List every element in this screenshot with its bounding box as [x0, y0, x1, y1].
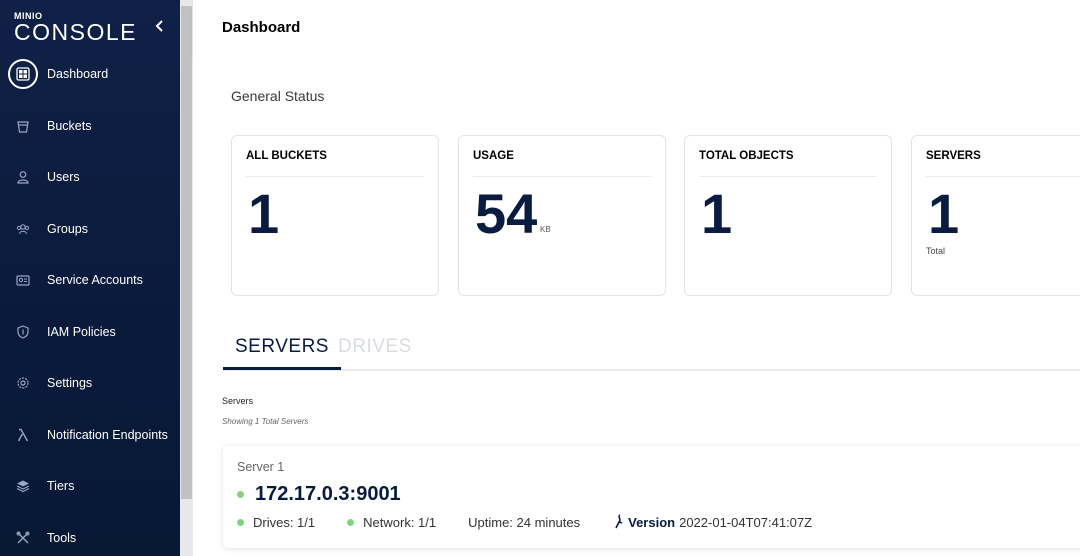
sidebar-item-label: Buckets [47, 119, 92, 133]
divider [699, 176, 877, 177]
all-buckets-card: ALL BUCKETS 1 [231, 135, 439, 296]
logo-big-text: CONSOLE [14, 19, 137, 45]
server-name: Server 1 [237, 460, 285, 474]
top-bar: Dashboard [193, 0, 1080, 56]
page-title: Dashboard [222, 19, 301, 36]
sidebar-item-label: IAM Policies [47, 325, 116, 339]
bucket-icon [8, 111, 38, 141]
usage-card: USAGE 54 KB [458, 135, 666, 296]
lambda-icon [8, 420, 38, 450]
collapse-sidebar-icon[interactable] [152, 18, 168, 34]
sidebar-item-label: Groups [47, 222, 88, 236]
version-icon [614, 514, 624, 530]
general-status-title: General Status [231, 88, 325, 104]
sidebar-item-buckets[interactable]: Buckets [0, 106, 180, 146]
sidebar-item-iam-policies[interactable]: IAM Policies [0, 312, 180, 352]
tab-bar: SERVERS DRIVES [223, 336, 1080, 371]
server-address-row: 172.17.0.3:9001 [237, 483, 401, 506]
card-unit: KB [540, 225, 551, 234]
sidebar-scrollbar-thumb[interactable] [181, 6, 192, 499]
user-icon [8, 162, 38, 192]
tiers-icon [8, 471, 38, 501]
sidebar-item-label: Tiers [47, 479, 75, 493]
tab-servers[interactable]: SERVERS [223, 336, 341, 370]
card-label: TOTAL OBJECTS [699, 150, 794, 162]
service-account-icon [8, 265, 38, 295]
status-online-dot [347, 518, 355, 526]
tools-icon [8, 523, 38, 553]
sidebar-item-label: Tools [47, 531, 77, 545]
sidebar-item-label: Users [47, 170, 80, 184]
network-stat: Network: 1/1 [347, 515, 436, 530]
sidebar-item-dashboard[interactable]: Dashboard [0, 54, 180, 94]
sidebar-item-tools[interactable]: Tools [0, 518, 180, 556]
server-stats-row: Drives: 1/1 Network: 1/1 Uptime: 24 minu… [237, 514, 812, 530]
tab-drives[interactable]: DRIVES [338, 336, 412, 367]
sidebar-item-label: Dashboard [47, 67, 109, 81]
card-value: 1 [701, 182, 733, 245]
card-sublabel: Total [926, 246, 946, 256]
version-label: Version [628, 514, 676, 530]
sidebar-item-service-accounts[interactable]: Service Accounts [0, 260, 180, 300]
card-value: 1 [928, 182, 960, 245]
main-content: General Status ALL BUCKETS 1 USAGE 54 KB… [193, 56, 1080, 556]
server-card[interactable]: Server 1 172.17.0.3:9001 Drives: 1/1 Net… [223, 446, 1080, 548]
shield-icon [8, 317, 38, 347]
gear-icon [8, 368, 38, 398]
sidebar-item-label: Service Accounts [47, 273, 143, 287]
total-objects-card: TOTAL OBJECTS 1 [684, 135, 892, 296]
uptime-stat: Uptime: 24 minutes [468, 514, 581, 530]
divider [926, 176, 1080, 177]
drives-stat: Drives: 1/1 [237, 515, 315, 530]
version-stat: Version 2022-01-04T07:41:07Z [614, 514, 812, 530]
card-label: USAGE [473, 150, 514, 162]
sidebar-item-notification-endpoints[interactable]: Notification Endpoints [0, 415, 180, 455]
version-value: 2022-01-04T07:41:07Z [679, 514, 813, 530]
status-online-dot [237, 518, 244, 526]
dashboard-icon [8, 59, 38, 89]
sidebar-item-tiers[interactable]: Tiers [0, 466, 180, 506]
sidebar-item-users[interactable]: Users [0, 157, 180, 197]
minio-console-logo[interactable]: MINIO CONSOLE [14, 11, 137, 45]
card-value: 54 [475, 182, 538, 245]
sidebar-item-label: Settings [47, 376, 93, 390]
server-address: 172.17.0.3:9001 [255, 483, 401, 505]
sidebar-item-label: Notification Endpoints [47, 428, 168, 442]
divider [473, 176, 651, 177]
card-label: SERVERS [926, 150, 981, 162]
servers-list-subtitle: Showing 1 Total Servers [222, 417, 309, 426]
card-value: 1 [248, 182, 280, 245]
sidebar-item-settings[interactable]: Settings [0, 363, 180, 403]
network-text: Network: 1/1 [363, 514, 437, 530]
drives-text: Drives: 1/1 [253, 514, 316, 530]
sidebar-item-groups[interactable]: Groups [0, 209, 180, 249]
card-label: ALL BUCKETS [246, 150, 327, 162]
status-online-dot [237, 491, 244, 498]
servers-card: SERVERS 1 Total [911, 135, 1080, 296]
divider [246, 176, 424, 177]
servers-list-title: Servers [222, 396, 254, 406]
sidebar: MINIO CONSOLE Dashboard Buckets Users Gr… [0, 0, 180, 556]
groups-icon [8, 214, 38, 244]
